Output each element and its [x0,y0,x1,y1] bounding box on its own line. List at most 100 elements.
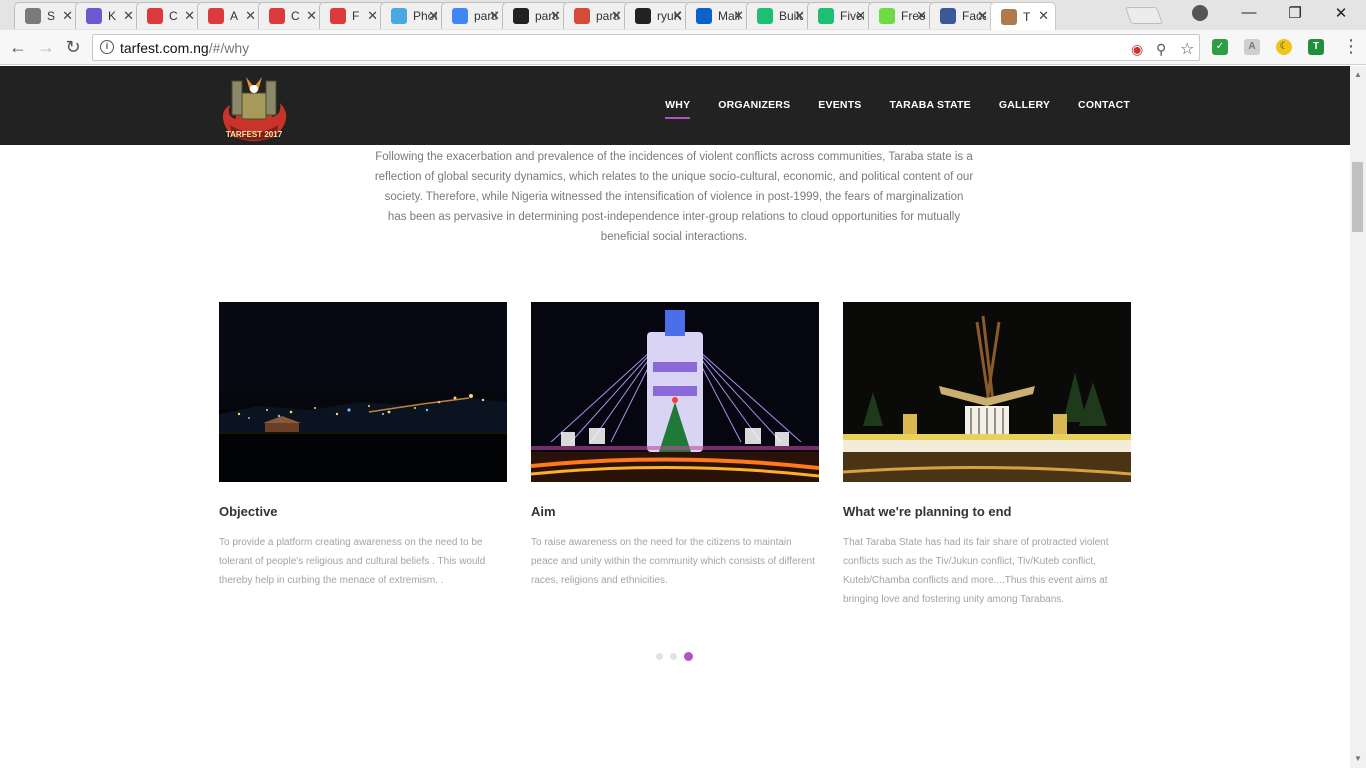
url-path: /#/why [208,40,250,56]
intro-paragraph: Following the exacerbation and prevalenc… [374,151,974,243]
close-tab-icon[interactable]: ✕ [977,8,988,24]
browser-tab[interactable]: parti ✕ [441,2,507,29]
minimize-icon[interactable]: — [1234,4,1264,21]
extension-icon[interactable]: A [1244,39,1260,55]
browser-toolbar: ← → ↻ i tarfest.com.ng/#/why ◉ ⚲ ☆ ✓ A ☾… [0,30,1366,65]
close-tab-icon[interactable]: ✕ [733,8,744,24]
bookmark-star-icon[interactable]: ☆ [1180,39,1194,59]
close-tab-icon[interactable]: ✕ [123,8,134,24]
card-planning-to-end: What we're planning to end That Taraba S… [843,302,1131,609]
fiverr-icon [818,8,834,24]
close-tab-icon[interactable]: ✕ [916,8,927,24]
back-icon[interactable]: ← [8,37,28,58]
carousel-dot[interactable] [656,653,663,660]
browser-tab[interactable]: C ✕ [136,2,202,29]
nav-contact[interactable]: CONTACT [1078,99,1130,111]
browser-tab[interactable]: parti ✕ [502,2,568,29]
new-tab-button[interactable] [1124,7,1164,24]
close-tab-icon[interactable]: ✕ [855,8,866,24]
url-host: tarfest.com.ng [120,40,209,56]
nav-gallery[interactable]: GALLERY [999,99,1050,111]
scroll-up-icon[interactable]: ▲ [1354,70,1362,79]
card-aim: Aim To raise awareness on the need for t… [531,302,819,590]
nav-events[interactable]: EVENTS [818,99,861,111]
gear-icon [25,8,41,24]
angular-icon [269,8,285,24]
close-tab-icon[interactable]: ✕ [62,8,73,24]
blocked-content-icon[interactable]: ◉ [1131,41,1143,58]
browser-tab[interactable]: S ✕ [14,2,80,29]
zoom-icon[interactable]: ⚲ [1156,41,1166,58]
carousel-dot[interactable] [670,653,677,660]
close-tab-icon[interactable]: ✕ [794,8,805,24]
close-tab-icon[interactable]: ✕ [1038,8,1049,24]
browser-tab[interactable]: C ✕ [258,2,324,29]
close-tab-icon[interactable]: ✕ [489,8,500,24]
website: TARFEST 2017 WHY ORGANIZERS EVENTS TARABA S… [0,66,1350,768]
tarfest-logo[interactable]: TARFEST 2017 [218,71,290,143]
browser-tab[interactable]: Freel✕ [868,2,934,29]
scrollbar-thumb[interactable] [1352,162,1363,232]
tab-strip: — ❐ ✕ S ✕ K ✕ C ✕ A ✕ C ✕ F ✕ Phot ✕ parti ✕ parti ✕ parti… [0,0,1366,30]
fiverr-icon [757,8,773,24]
browser-tab[interactable]: Fiver✕ [807,2,873,29]
card-objective: Objective To provide a platform creating… [219,302,507,590]
page-scrollbar[interactable]: ▲ ▼ [1350,66,1366,768]
card-text: That Taraba State has had its fair share… [843,537,1109,605]
browser-tab[interactable]: parti ✕ [563,2,629,29]
menu-icon[interactable]: ⋮ [1342,36,1360,57]
nav-taraba-state[interactable]: TARABA STATE [890,99,971,111]
browser-tab[interactable]: F ✕ [319,2,385,29]
carousel-pagination [656,652,693,661]
illuminated-monument-image [531,302,819,482]
scroll-down-icon[interactable]: ▼ [1354,754,1362,763]
extension-icon[interactable]: T [1308,39,1324,55]
city-at-night-image [219,302,507,482]
close-window-icon[interactable]: ✕ [1326,4,1356,22]
angular-icon [208,8,224,24]
forward-icon[interactable]: → [36,37,56,58]
n-icon [574,8,590,24]
card-text: To raise awareness on the need for the c… [531,537,815,586]
logo-text: TARFEST 2017 [226,130,283,139]
carousel-dot[interactable] [684,652,693,661]
roundabout-monument-image [843,302,1131,482]
close-tab-icon[interactable]: ✕ [611,8,622,24]
extension-icon[interactable]: ✓ [1212,39,1228,55]
outlook-icon [696,8,712,24]
browser-tab[interactable]: A ✕ [197,2,263,29]
card-text: To provide a platform creating awareness… [219,537,486,586]
browser-tab[interactable]: K ✕ [75,2,141,29]
close-tab-icon[interactable]: ✕ [184,8,195,24]
restore-icon[interactable]: ❐ [1280,4,1310,22]
profile-icon[interactable] [1192,5,1208,21]
tarfest-icon [1001,8,1017,25]
browser-tab[interactable]: Phot ✕ [380,2,446,29]
reload-icon[interactable]: ↻ [63,37,83,58]
angular-icon [330,8,346,24]
browser-tab[interactable]: Build✕ [746,2,812,29]
close-tab-icon[interactable]: ✕ [367,8,378,24]
address-bar[interactable]: i tarfest.com.ng/#/why ◉ ⚲ ☆ [92,34,1200,61]
browser-tab[interactable]: Mail ✕ [685,2,751,29]
nav-why[interactable]: WHY [665,99,691,119]
extension-icon[interactable]: ☾ [1276,39,1292,55]
browser-tab[interactable]: Face✕ [929,2,995,29]
browser-tab[interactable]: T ✕ [990,2,1056,30]
close-tab-icon[interactable]: ✕ [672,8,683,24]
close-tab-icon[interactable]: ✕ [428,8,439,24]
square-icon [513,8,529,24]
main-nav: WHY ORGANIZERS EVENTS TARABA STATE GALLERY CO… [665,99,1130,119]
az-icon [86,8,102,24]
github-icon [635,8,651,24]
browser-tab[interactable]: ryuKi✕ [624,2,690,29]
close-tab-icon[interactable]: ✕ [550,8,561,24]
site-info-icon[interactable]: i [100,40,114,54]
close-tab-icon[interactable]: ✕ [306,8,317,24]
facebook-icon [940,8,956,24]
card-title: What we're planning to end [843,504,1012,519]
card-title: Objective [219,504,278,519]
photo-icon [391,8,407,24]
close-tab-icon[interactable]: ✕ [245,8,256,24]
nav-organizers[interactable]: ORGANIZERS [718,99,790,111]
